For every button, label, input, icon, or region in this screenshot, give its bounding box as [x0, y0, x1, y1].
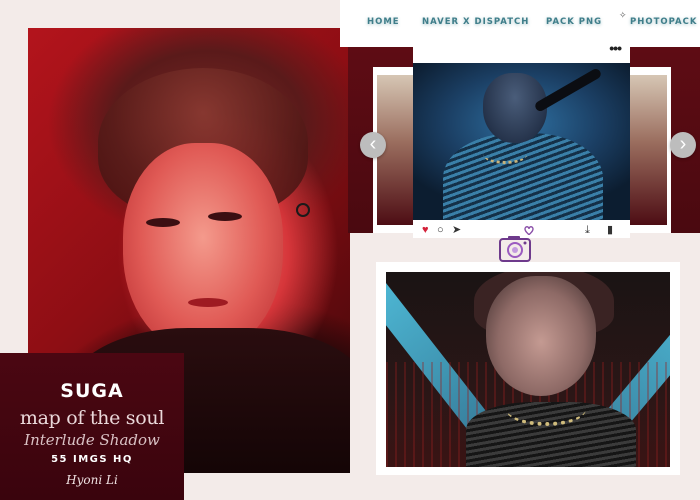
sparkle-icon: ✧: [619, 10, 627, 20]
track-title: Interlude Shadow: [24, 431, 160, 449]
nav-photopack[interactable]: PHOTOPACK: [630, 17, 697, 27]
main-photo-mouth: [188, 298, 228, 307]
carousel-slide-next-image: [629, 75, 667, 225]
comment-icon[interactable]: ○: [437, 223, 444, 237]
secondary-photo-chain: [506, 392, 586, 426]
chevron-right-icon[interactable]: ›: [670, 132, 696, 158]
secondary-photo-head: [486, 276, 596, 396]
album-title: map of the soul: [19, 407, 165, 429]
more-options-icon[interactable]: •••: [609, 40, 622, 56]
post-photo: [413, 63, 630, 220]
image-count: 55 IMGS HQ: [51, 454, 133, 465]
bookmark-icon[interactable]: ▮: [607, 223, 613, 237]
creator-signature: Hyoni Li: [66, 473, 118, 487]
carousel-slide-next[interactable]: [627, 67, 671, 233]
nav-home[interactable]: HOME: [367, 17, 400, 27]
main-photo-eye-left: [146, 218, 180, 227]
artist-name: SUGA: [60, 380, 124, 402]
main-photo-eye-right: [208, 212, 242, 221]
post-photo-chain: [483, 145, 527, 164]
camera-heart-icon: [499, 226, 534, 262]
nav-naver-dispatch[interactable]: NAVER X DISPATCH: [422, 17, 529, 27]
post-card: ••• ♥ ○ ➤ ⤓ ▮: [413, 38, 630, 238]
main-photo-face: [123, 143, 283, 353]
main-photo-earring: [296, 203, 310, 217]
nav-pack-png[interactable]: PACK PNG: [546, 17, 602, 27]
secondary-photo: [386, 272, 670, 467]
title-panel: SUGA map of the soul Interlude Shadow 55…: [0, 353, 184, 500]
share-icon[interactable]: ➤: [452, 223, 461, 237]
download-icon[interactable]: ⤓: [585, 223, 590, 237]
chevron-left-icon[interactable]: ‹: [360, 132, 386, 158]
heart-icon[interactable]: ♥: [422, 223, 429, 237]
